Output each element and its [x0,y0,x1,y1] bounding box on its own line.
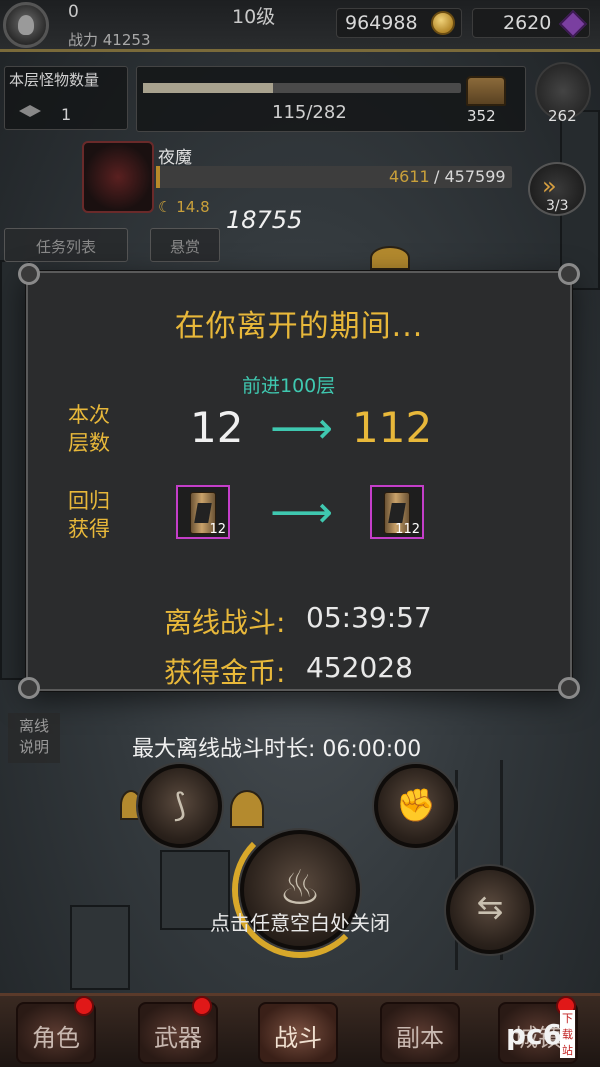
gem-icon [558,9,588,39]
gold-counter: 964988 [336,8,462,38]
floor-progress-text: 115/282 [272,102,347,123]
arrow-icon: ⟶ [270,487,334,538]
top-status-bar: 0 10级 战力 41253 964988 2620 [0,0,600,52]
scroll-item-after[interactable]: 112 [370,485,424,539]
return-label: 回归 获得 [68,489,110,541]
speed-chevron-icon: » [542,172,557,200]
treasure-chest-icon[interactable] [466,76,506,106]
boss-hp-current: 4611 [389,167,430,186]
gold-earned-value: 452028 [306,651,413,684]
boss-portrait [82,141,154,213]
tower-count: 262 [548,107,577,125]
window-lit [230,790,264,828]
floors-to: 112 [352,403,433,452]
skill-button-fist[interactable]: ✊ [374,764,458,848]
player-avatar[interactable] [3,2,49,48]
close-hint[interactable]: 点击任意空白处关闭 [0,907,600,936]
task-list-button[interactable]: 任务列表 [4,228,128,262]
skill-button-claw[interactable]: ⟆ [138,764,222,848]
monster-count: 1 [61,105,72,124]
corner-ornament [558,677,580,699]
gold-earned-label: 获得金币: [164,656,286,689]
advance-label: 前进100层 [242,375,336,397]
corner-ornament [18,263,40,285]
player-level: 10级 [232,6,276,28]
monster-icon [19,105,41,117]
reward-button[interactable]: 悬赏 [150,228,220,262]
boss-hp-fill [156,166,160,188]
watermark-logo: pc6 下载站 [506,1010,575,1058]
fist-icon: ✊ [396,786,436,824]
offline-help-button[interactable]: 离线 说明 [8,713,60,763]
arrow-icon: ⟶ [270,403,334,454]
avatar-face [18,15,34,35]
nav-tab-battle[interactable]: 战斗 [258,1002,338,1064]
player-number: 0 [68,2,79,22]
item-count: 12 [209,522,226,537]
boss-stat: ☾ 14.8 [158,198,210,216]
floor-progress-bar [143,83,461,93]
boss-hp-bar: 4611 / 457599 [156,166,512,188]
claw-icon: ⟆ [173,786,187,824]
gem-amount: 2620 [503,12,552,34]
boss-hp-total: / 457599 [434,167,506,186]
offline-battle-time: 05:39:57 [306,601,432,634]
floors-label: 本次 层数 [68,403,110,455]
monster-count-panel: 本层怪物数量 1 [4,66,128,130]
monster-count-label: 本层怪物数量 [9,71,100,89]
boss-stat-icon: ☾ [158,198,177,216]
scroll-item-before[interactable]: 12 [176,485,230,539]
item-count: 112 [395,522,420,537]
boss-name: 夜魔 [158,148,192,168]
boss-stat-value: 14.8 [176,198,210,216]
floors-from: 12 [190,403,244,452]
watermark-text: pc6 [506,1018,563,1051]
damage-number: 18755 [226,206,303,234]
gem-counter: 2620 [472,8,590,39]
offline-battle-label: 离线战斗: [164,606,286,639]
gold-coin-icon [431,11,455,35]
dialog-title: 在你离开的期间... [174,309,424,344]
max-offline-duration: 最大离线战斗时长: 06:00:00 [132,737,422,762]
speed-count: 3/3 [546,198,569,214]
combat-power: 战力 41253 [68,31,151,49]
chest-count: 352 [467,107,496,125]
notification-badge [74,996,94,1016]
nav-tab-dungeon[interactable]: 副本 [380,1002,460,1064]
corner-ornament [18,677,40,699]
watermark-subtext: 下载站 [560,1010,575,1058]
floor-progress-fill [143,83,274,93]
corner-ornament [558,263,580,285]
window-lit [370,246,410,270]
notification-badge [192,996,212,1016]
offline-rewards-dialog: 在你离开的期间... 前进100层 本次 层数 12 ⟶ 112 回归 获得 1… [18,263,580,699]
gold-amount: 964988 [345,12,418,34]
